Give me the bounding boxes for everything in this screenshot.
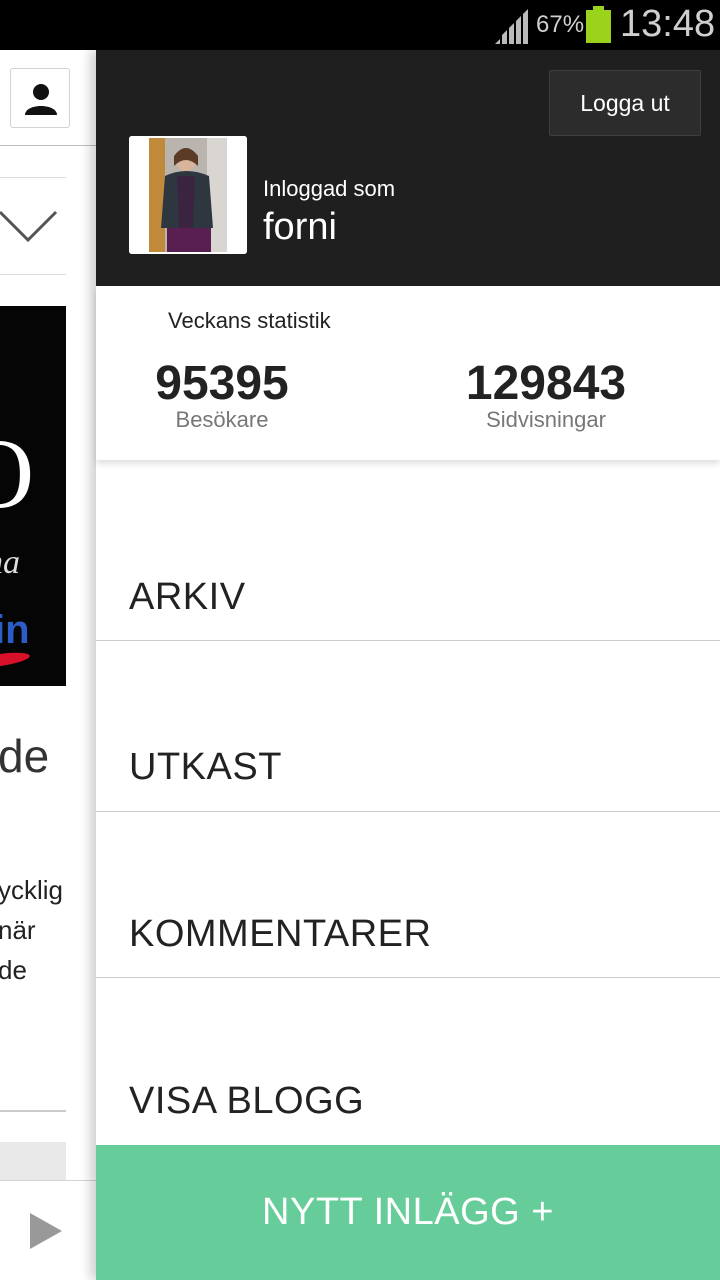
menu-item-label: UTKAST [129,746,282,788]
stats-title: Veckans statistik [168,308,331,333]
battery-icon [586,6,611,43]
new-post-button[interactable]: NYTT INLÄGG + [96,1145,720,1280]
username: forni [263,206,337,248]
weekly-stats: Veckans statistik 95395 Besökare 129843 … [96,286,720,460]
profile-icon [25,84,57,115]
menu-item-label: VISA BLOGG [129,1080,365,1122]
battery-percent: 67% [536,11,585,38]
background-top-bar [0,50,96,146]
advertisement-image[interactable]: O na in [0,306,66,686]
visitors-stat: 95395 Besökare [126,356,318,432]
avatar[interactable] [129,136,247,254]
menu-item-drafts[interactable]: UTKAST [96,641,720,812]
post-headline[interactable]: de [0,730,49,782]
chevron-down-icon[interactable] [0,200,60,250]
post-excerpt: ycklig när de [0,875,64,985]
visitors-count: 95395 [155,357,289,410]
pageviews-count: 129843 [465,357,627,410]
background-page: O na in de ycklig när de [0,50,96,1280]
clock: 13:48 [620,3,716,45]
menu-item-label: ARKIV [129,576,246,618]
profile-button[interactable] [10,68,70,128]
background-bottom-bar [0,1180,96,1280]
post-thumbnail[interactable] [0,1142,66,1180]
play-icon[interactable] [30,1213,62,1249]
menu-item-archive[interactable]: ARKIV [96,462,720,641]
logout-button[interactable]: Logga ut [549,70,701,136]
divider [0,177,66,178]
menu-item-comments[interactable]: KOMMENTARER [96,812,720,978]
logged-in-as-label: Inloggad som [263,176,396,201]
signal-icon [495,9,528,44]
status-bar: 67% 13:48 [0,0,720,50]
menu-item-view-blog[interactable]: VISA BLOGG [96,978,720,1145]
drawer-header: Logga ut Inloggad som forni [96,50,720,286]
navigation-drawer: Logga ut Inloggad som forni Veckans stat… [96,50,720,1280]
divider [0,274,66,275]
menu-item-label: KOMMENTARER [129,913,432,955]
pageviews-stat: 129843 Sidvisningar [448,356,644,432]
divider [0,1110,66,1112]
